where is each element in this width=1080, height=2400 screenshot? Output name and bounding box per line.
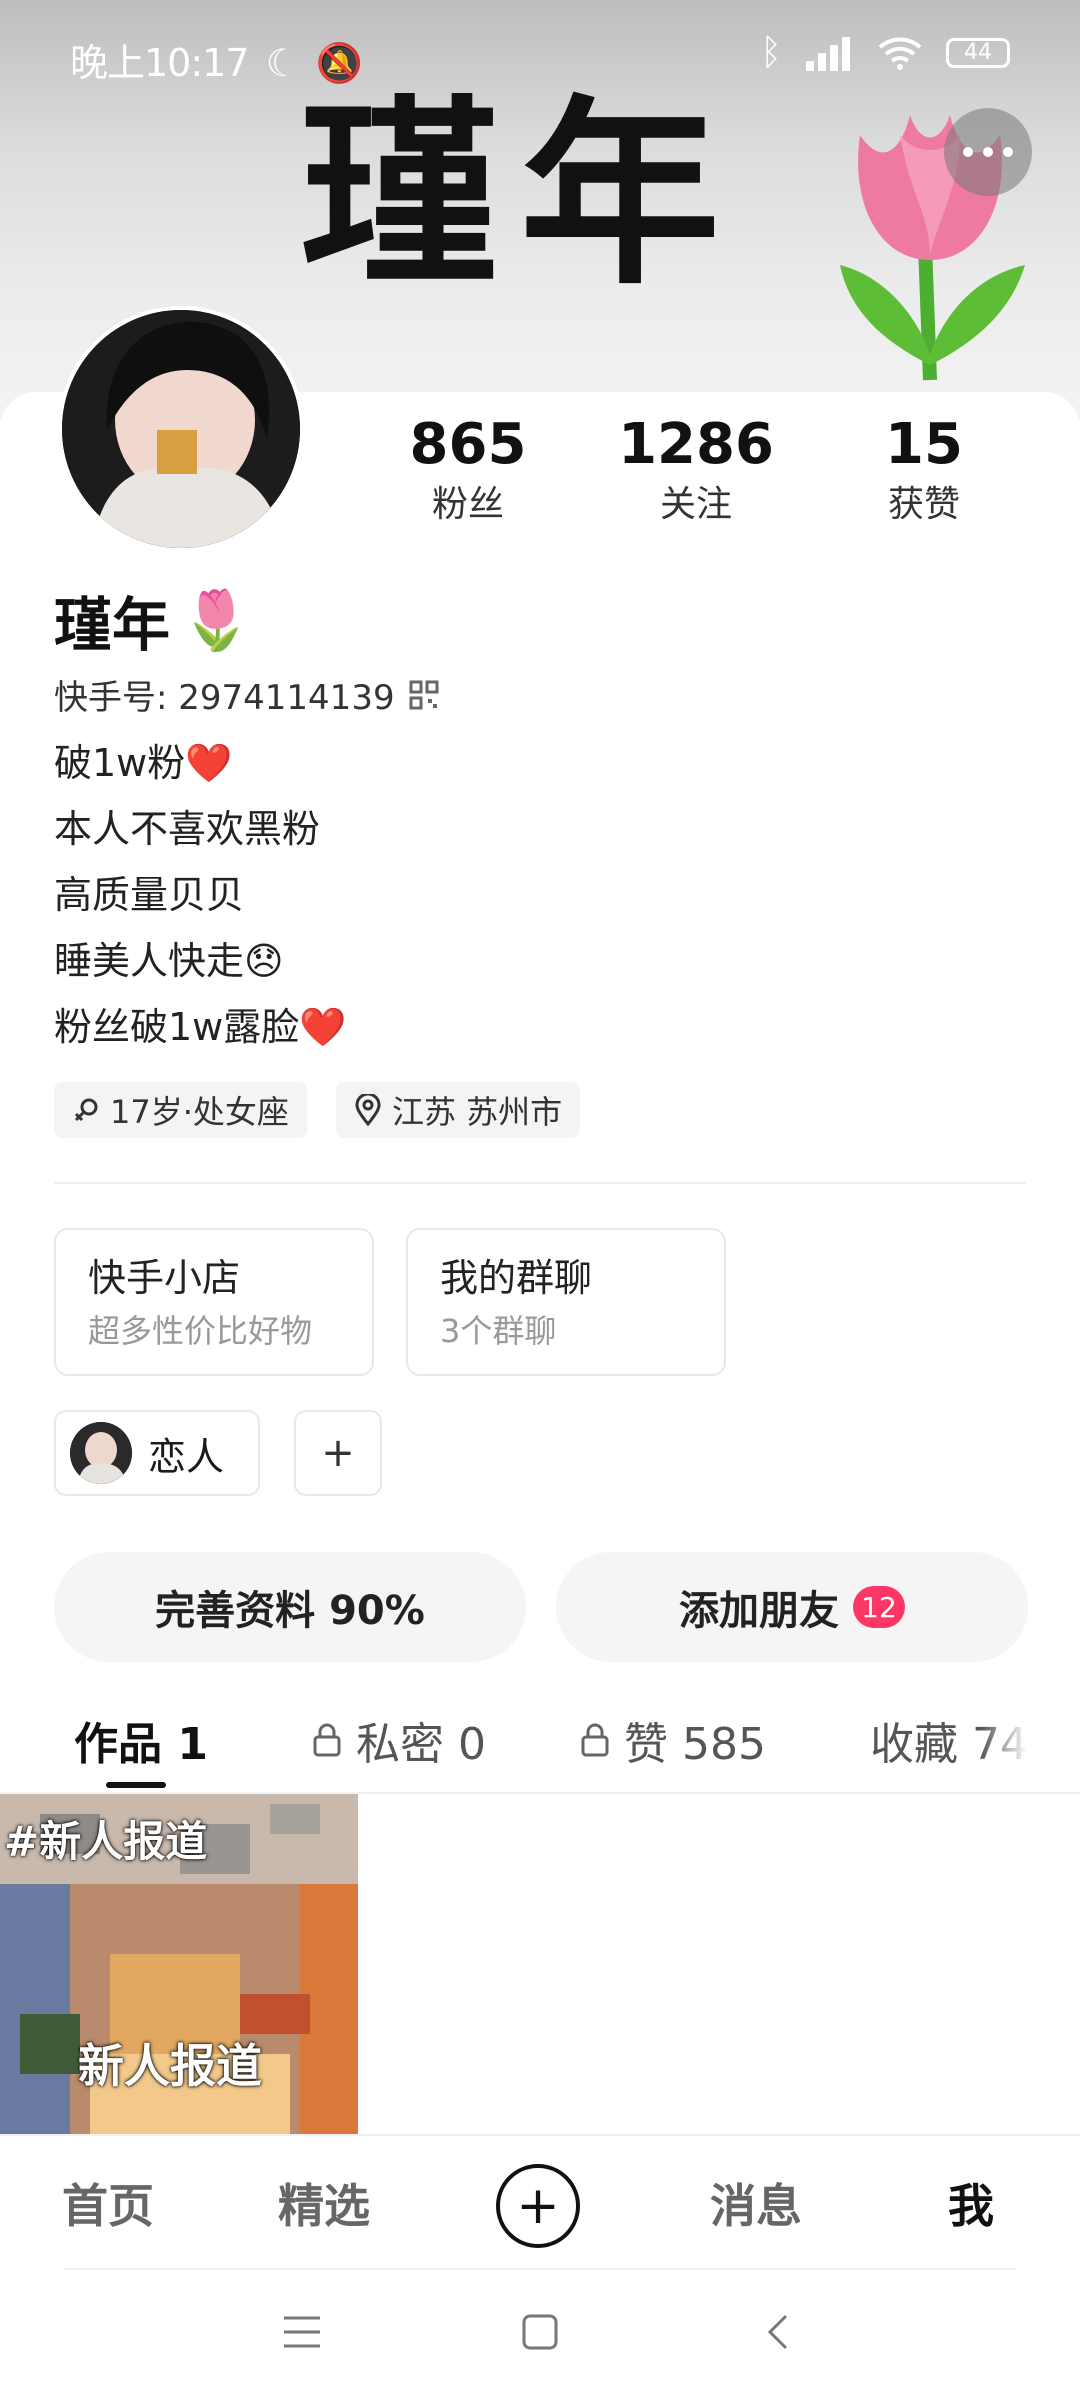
nav-messages[interactable]: 消息: [710, 2170, 802, 2236]
dot-icon: [963, 147, 973, 157]
tab-favorites[interactable]: 收藏 74: [870, 1708, 1028, 1772]
entry-title: 我的群聊: [440, 1256, 593, 1300]
complete-profile-button[interactable]: 完善资料 90%: [54, 1552, 526, 1662]
tab-works[interactable]: 作品 1: [74, 1708, 208, 1772]
signal-icon: [806, 36, 850, 71]
create-post-button[interactable]: +: [496, 2164, 580, 2248]
following-label: 关注: [659, 484, 732, 525]
entry-subtitle: 超多性价比好物: [88, 1312, 313, 1350]
more-options-button[interactable]: [944, 108, 1032, 196]
lock-icon: [313, 1723, 341, 1757]
location-pin-icon: [355, 1094, 381, 1126]
add-friend-button[interactable]: 添加朋友 12: [556, 1552, 1028, 1662]
tulip-emoji-icon: 🌷: [180, 585, 253, 654]
add-friend-badge: 12: [853, 1586, 905, 1628]
dot-icon: [1003, 147, 1013, 157]
kwai-shop-entry[interactable]: 快手小店 超多性价比好物: [54, 1228, 374, 1376]
system-nav-bar: [0, 2270, 1080, 2400]
bio-line: 破1w粉❤️: [54, 741, 233, 785]
followers-label: 粉丝: [431, 484, 504, 525]
status-time: 晚上10:17 ☾ 🔕: [70, 41, 363, 85]
bio-line: 本人不喜欢黑粉: [54, 807, 321, 851]
gender-icon: [74, 1098, 98, 1122]
post-caption: 新人报道: [78, 2039, 262, 2093]
status-icons: ᛒ 44: [760, 32, 1010, 73]
battery-icon: 44: [946, 37, 1010, 68]
stat-followers[interactable]: 865 粉丝: [358, 410, 578, 530]
section-divider: [54, 1182, 1026, 1184]
location-tag: 江苏 苏州市: [336, 1082, 581, 1138]
tab-likes[interactable]: 赞 585: [580, 1708, 766, 1772]
bio-line: 睡美人快走😞: [54, 939, 284, 983]
dot-icon: [983, 147, 993, 157]
lover-avatar: [70, 1422, 132, 1484]
qr-code-icon[interactable]: [409, 680, 439, 710]
age-zodiac-tag: 17岁·处女座: [54, 1082, 307, 1138]
bio-line: 高质量贝贝: [54, 873, 245, 917]
bluetooth-icon: ᛒ: [760, 32, 782, 73]
nav-featured[interactable]: 精选: [278, 2170, 370, 2236]
mute-bell-icon: 🔕: [315, 41, 363, 85]
post-hashtag: #新人报道: [4, 1817, 208, 1866]
likes-count: 15: [885, 412, 963, 477]
bio: 破1w粉❤️ 本人不喜欢黑粉 高质量贝贝 睡美人快走😞 粉丝破1w露脸❤️: [54, 730, 347, 1060]
bio-line: 粉丝破1w露脸❤️: [54, 1005, 347, 1049]
group-chat-entry[interactable]: 我的群聊 3个群聊: [406, 1228, 726, 1376]
stat-likes[interactable]: 15 获赞: [814, 410, 1034, 530]
following-count: 1286: [618, 412, 774, 477]
entry-title: 快手小店: [88, 1256, 241, 1300]
lock-icon: [581, 1723, 609, 1757]
entry-subtitle: 3个群聊: [440, 1312, 557, 1350]
wifi-icon: [878, 37, 922, 70]
status-bar: 晚上10:17 ☾ 🔕 ᛒ 44: [0, 0, 1080, 120]
moon-icon: ☾: [265, 41, 300, 85]
add-relation-button[interactable]: +: [294, 1410, 382, 1496]
active-tab-indicator: [106, 1782, 166, 1788]
avatar-image: [62, 310, 300, 548]
menu-icon[interactable]: [282, 2312, 322, 2352]
nickname: 瑾年 🌷: [54, 585, 253, 660]
likes-label: 获赞: [887, 484, 960, 525]
avatar[interactable]: [58, 306, 304, 552]
nav-me[interactable]: 我: [948, 2170, 994, 2236]
user-id[interactable]: 快手号: 2974114139: [54, 670, 439, 719]
home-square-icon[interactable]: [520, 2312, 560, 2352]
back-icon[interactable]: [760, 2312, 800, 2352]
followers-count: 865: [409, 412, 527, 477]
nav-home[interactable]: 首页: [62, 2170, 154, 2236]
relation-lover-chip[interactable]: 恋人: [54, 1410, 260, 1496]
tab-private[interactable]: 私密 0: [312, 1708, 486, 1772]
banner-title: 瑾年: [300, 77, 741, 312]
plus-icon: +: [516, 2176, 560, 2236]
stat-following[interactable]: 1286 关注: [586, 410, 806, 530]
